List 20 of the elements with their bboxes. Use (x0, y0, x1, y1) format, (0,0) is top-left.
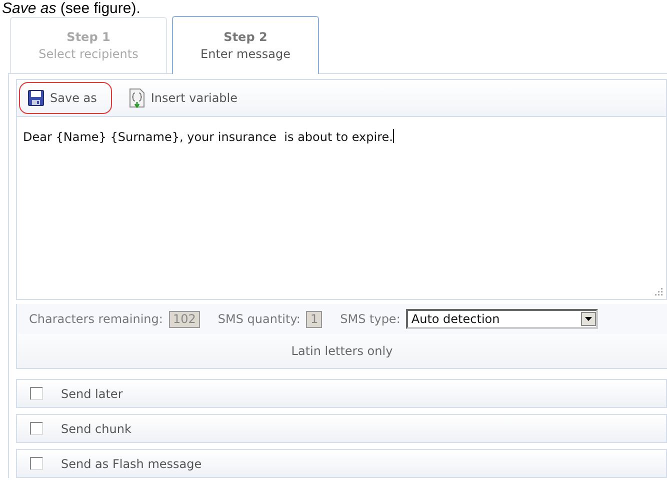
checkbox[interactable] (30, 422, 43, 435)
characters-remaining-label: Characters remaining: (29, 312, 163, 326)
document-braces-icon (128, 88, 145, 108)
option-label: Send chunk (61, 422, 132, 436)
checkbox[interactable] (30, 457, 43, 470)
sms-quantity-label: SMS quantity: (218, 312, 300, 326)
sms-type-label: SMS type: (340, 312, 400, 326)
insert-variable-button[interactable]: Insert variable (120, 82, 253, 114)
checkbox[interactable] (30, 387, 43, 400)
step-tab[interactable]: Step 2 Enter message (172, 16, 319, 74)
caption: Save as (see figure). (2, 0, 142, 17)
sms-quantity-field: 1 (306, 310, 322, 328)
message-field[interactable]: Dear {Name} {Surname}, your insurance is about to expire. (16, 116, 667, 300)
option-label: Send as Flash message (61, 456, 202, 470)
characters-remaining-field: 102 (168, 310, 200, 328)
resize-grip-icon[interactable] (654, 287, 663, 296)
sms-type-dropdown[interactable]: Auto detection (406, 309, 598, 329)
option-label: Send later (61, 386, 123, 400)
save-as-button[interactable]: Save as (19, 82, 112, 114)
encoding-note: Latin letters only (16, 334, 667, 369)
